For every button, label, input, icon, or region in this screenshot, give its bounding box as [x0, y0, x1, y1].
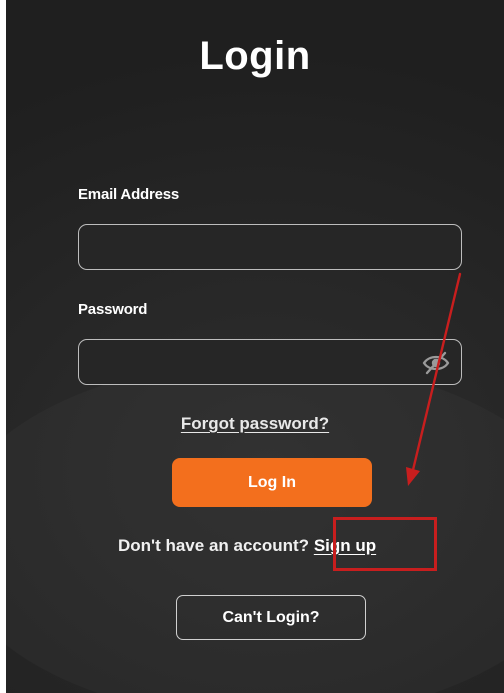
cant-login-button[interactable]: Can't Login? [176, 595, 366, 640]
login-button[interactable]: Log In [172, 458, 372, 507]
eye-slash-icon[interactable] [421, 349, 451, 377]
password-label: Password [78, 301, 148, 318]
password-field[interactable] [79, 340, 461, 384]
annotation-highlight-box [333, 517, 437, 571]
email-field[interactable] [79, 225, 461, 269]
page-title: Login [199, 34, 311, 78]
email-label: Email Address [78, 186, 180, 203]
login-panel: Login Email Address Password Forgot pass… [6, 0, 504, 693]
signup-prompt: Don't have an account? [118, 536, 310, 555]
email-field-wrapper [78, 224, 462, 270]
forgot-password-link[interactable]: Forgot password? [6, 414, 504, 434]
password-field-wrapper [78, 339, 462, 385]
